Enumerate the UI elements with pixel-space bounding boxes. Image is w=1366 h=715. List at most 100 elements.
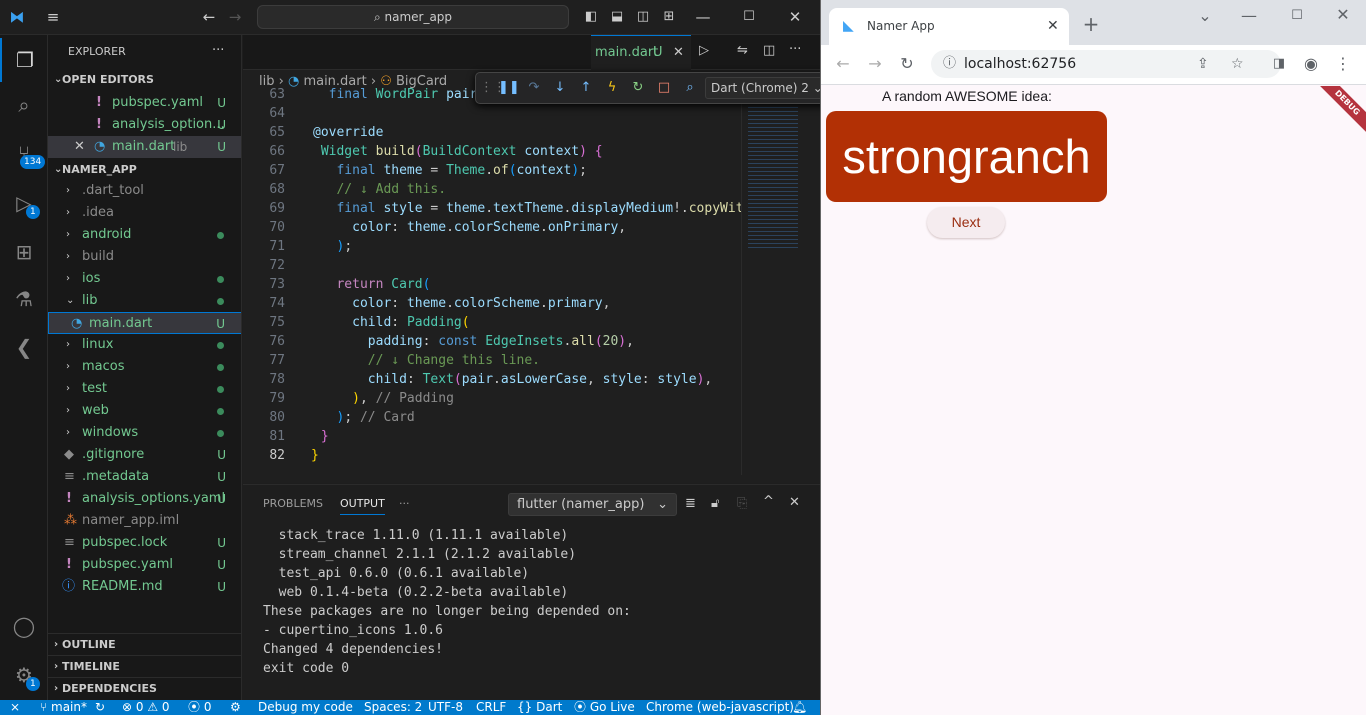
eol-status[interactable]: CRLF [476, 700, 506, 715]
dependencies-header[interactable]: › DEPENDENCIES [48, 677, 241, 699]
tree-item[interactable]: ◆ .gitignore U [48, 444, 241, 466]
language-status[interactable]: {} Dart [517, 700, 562, 715]
tree-item[interactable]: ≡ .metadata U [48, 466, 241, 488]
outline-header[interactable]: › OUTLINE [48, 633, 241, 655]
tree-item[interactable]: › .dart_tool [48, 180, 241, 202]
testing-icon[interactable]: ⚗ [0, 277, 48, 321]
maximize-panel-icon[interactable]: ^ [763, 494, 774, 509]
stop-icon[interactable]: □ [654, 78, 674, 98]
close-panel-icon[interactable]: ✕ [789, 495, 800, 510]
sync-icon[interactable]: ↻ [95, 700, 105, 715]
tree-item[interactable]: › macos [48, 356, 241, 378]
reload-icon[interactable]: ↻ [895, 52, 919, 76]
hot-reload-icon[interactable]: ϟ [602, 78, 622, 98]
tree-item[interactable]: › test [48, 378, 241, 400]
split-editor-icon[interactable]: ◫ [763, 43, 775, 58]
open-editor-item-active[interactable]: ✕ ◔ main.dart lib U [48, 136, 241, 158]
tree-item-selected[interactable]: ◔ main.dart U [48, 312, 241, 334]
more-actions-icon[interactable]: ··· [212, 43, 224, 58]
tab-search-chevron-icon[interactable]: ⌄ [1193, 4, 1217, 28]
encoding-status[interactable]: UTF-8 [428, 700, 463, 715]
forward-arrow-icon[interactable]: → [224, 6, 246, 28]
site-info-icon[interactable]: ⓘ [943, 50, 956, 78]
drag-handle-icon[interactable]: ⋮⋮ [480, 78, 506, 98]
toggle-sidebar-icon[interactable]: ◧ [580, 6, 602, 28]
bookmark-star-icon[interactable]: ☆ [1231, 50, 1244, 78]
open-editors-header[interactable]: ⌄ OPEN EDITORS [48, 69, 241, 91]
forward-arrow-icon[interactable]: → [863, 52, 887, 76]
branch-status[interactable]: ⑂ main* [40, 700, 87, 715]
tab-output[interactable]: OUTPUT [340, 497, 385, 515]
menu-icon[interactable]: ≡ [42, 6, 64, 28]
minimize-icon[interactable]: — [692, 6, 714, 28]
browser-tab[interactable]: ◣ Namer App ✕ [829, 8, 1069, 45]
flutter-icon[interactable]: ❮ [0, 325, 48, 369]
back-arrow-icon[interactable]: ← [198, 6, 220, 28]
tree-item[interactable]: › build [48, 246, 241, 268]
tree-item[interactable]: › ios [48, 268, 241, 290]
close-editor-icon[interactable]: ✕ [74, 136, 85, 158]
tree-item[interactable]: ⁂ namer_app.iml [48, 510, 241, 532]
step-over-icon[interactable]: ↷ [524, 78, 544, 98]
compare-icon[interactable]: ⇋ [737, 43, 748, 58]
run-icon[interactable]: ▷ [699, 43, 709, 58]
tree-item[interactable]: ⌄ lib [48, 290, 241, 312]
panel-more-icon[interactable]: ··· [399, 497, 410, 510]
restore-icon[interactable]: ☐ [1285, 4, 1309, 28]
tab-main-dart[interactable]: main.dart U ✕ [591, 35, 691, 70]
output-channel-select[interactable]: flutter (namer_app) ⌄ [508, 493, 677, 516]
close-tab-icon[interactable]: ✕ [1047, 8, 1059, 44]
clear-output-icon[interactable]: ≣ [685, 496, 696, 511]
project-header[interactable]: ⌄ NAMER_APP [48, 159, 241, 181]
close-tab-icon[interactable]: ✕ [673, 36, 684, 70]
tab-problems[interactable]: PROBLEMS [263, 497, 323, 510]
toggle-panel-icon[interactable]: ⬓ [606, 6, 628, 28]
close-window-icon[interactable]: ✕ [784, 6, 806, 28]
code-editor[interactable]: 63 64 65 66 67 68 69 70 71 72 73 74 75 7… [243, 85, 741, 473]
ports-status[interactable]: ⦿ 0 [188, 700, 211, 715]
notifications-bell-icon[interactable]: 🔔︎ [792, 700, 807, 715]
command-center[interactable]: ⌕ namer_app [257, 5, 569, 29]
profile-avatar-icon[interactable]: ◉ [1299, 52, 1323, 76]
source-control-icon[interactable]: ⑂ 134 [0, 131, 48, 175]
new-tab-icon[interactable]: + [1079, 12, 1103, 36]
minimap[interactable] [741, 85, 805, 475]
manage-gear-icon[interactable]: ⚙ 1 [0, 653, 48, 697]
inspect-widget-icon[interactable]: ⌕ [680, 78, 700, 98]
address-bar[interactable]: ⓘ localhost:62756 ⇪ ☆ [931, 50, 1281, 78]
device-status[interactable]: Chrome (web-javascript) [646, 700, 794, 715]
restart-icon[interactable]: ↻ [628, 78, 648, 98]
share-icon[interactable]: ⇪ [1197, 50, 1209, 78]
step-into-icon[interactable]: ↓ [550, 78, 570, 98]
accounts-icon[interactable]: ◯ [0, 604, 48, 648]
chrome-menu-icon[interactable]: ⋮ [1331, 52, 1355, 76]
explorer-icon[interactable]: ❐ [0, 38, 48, 82]
lock-scroll-icon[interactable]: 🔓︎ [711, 496, 719, 511]
back-arrow-icon[interactable]: ← [831, 52, 855, 76]
tree-item[interactable]: › linux [48, 334, 241, 356]
indentation-status[interactable]: Spaces: 2 [364, 700, 422, 715]
tree-item[interactable]: › windows [48, 422, 241, 444]
extensions-icon[interactable]: ⊞ [0, 230, 48, 274]
debug-session-select[interactable]: Dart (Chrome) 2 ⌄ [705, 77, 820, 99]
run-debug-icon[interactable]: ▷ 1 [0, 181, 48, 225]
maximize-icon[interactable]: ☐ [738, 6, 760, 28]
open-editor-item[interactable]: ! analysis_option... U [48, 114, 241, 136]
toggle-secondary-sidebar-icon[interactable]: ◫ [632, 6, 654, 28]
more-actions-icon[interactable]: ··· [789, 42, 801, 57]
timeline-header[interactable]: › TIMELINE [48, 655, 241, 677]
search-icon[interactable]: ⌕ [0, 83, 48, 127]
next-button[interactable]: Next [927, 207, 1005, 238]
minimize-icon[interactable]: — [1237, 4, 1261, 28]
tree-item[interactable]: › android [48, 224, 241, 246]
open-editor-item[interactable]: ! pubspec.yaml U [48, 92, 241, 114]
problems-status[interactable]: ⊗ 0 ⚠ 0 [122, 700, 170, 715]
debug-mode-status[interactable]: Debug my code [258, 700, 353, 715]
side-panel-icon[interactable]: ◨ [1267, 52, 1291, 76]
close-window-icon[interactable]: ✕ [1331, 3, 1355, 27]
open-in-editor-icon[interactable]: ⎘ [737, 496, 747, 511]
go-live-status[interactable]: ⦿ Go Live [574, 700, 635, 715]
step-out-icon[interactable]: ↑ [576, 78, 596, 98]
customize-layout-icon[interactable]: ⊞ [658, 6, 680, 28]
tree-item[interactable]: › web [48, 400, 241, 422]
